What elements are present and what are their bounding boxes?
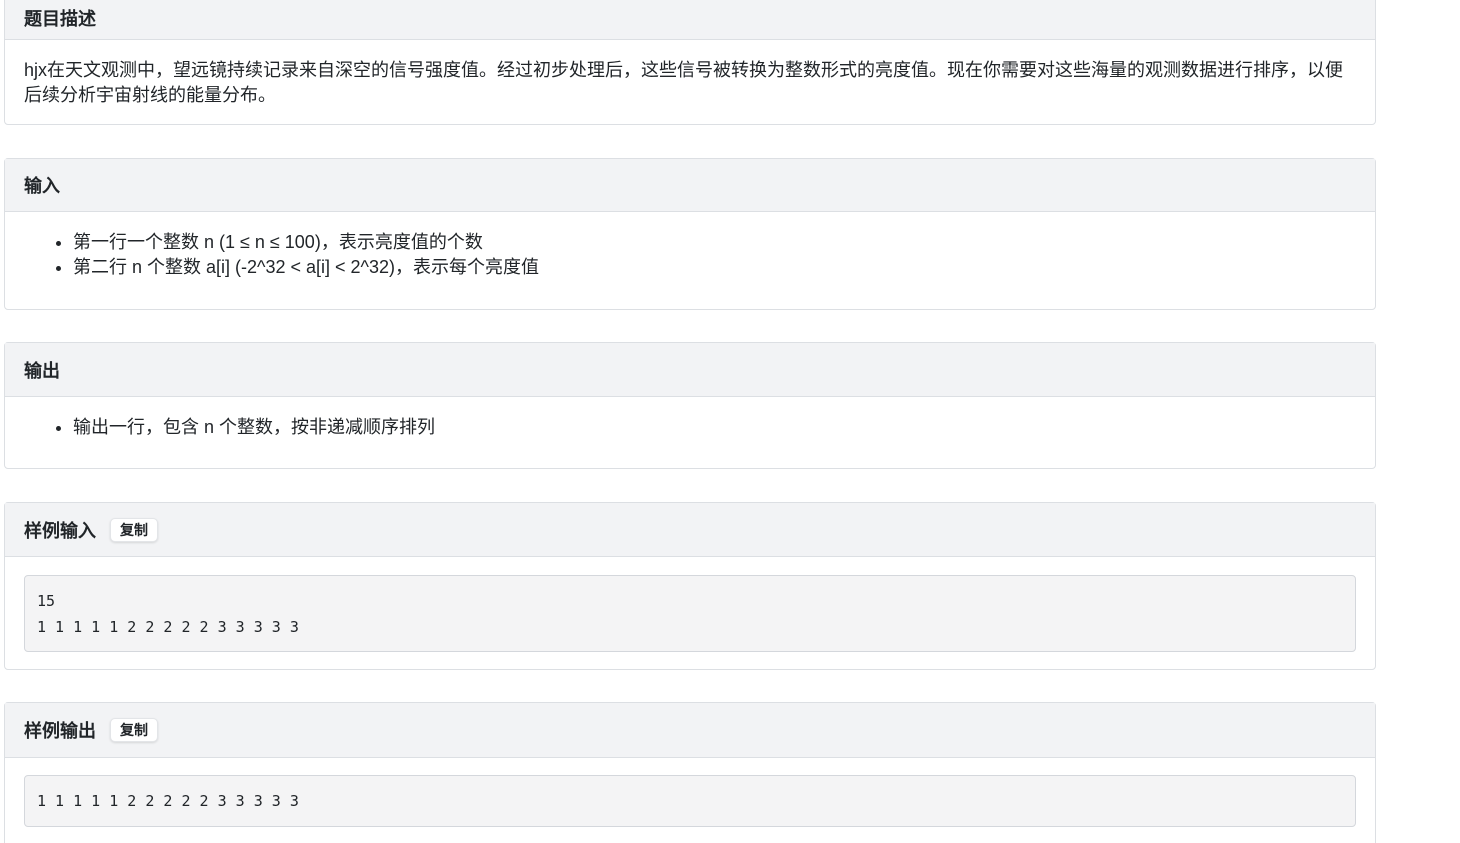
description-body: hjx在天文观测中，望远镜持续记录来自深空的信号强度值。经过初步处理后，这些信号… xyxy=(5,40,1375,108)
list-item: 第二行 n 个整数 a[i] (-2^32 < a[i] < 2^32)，表示每… xyxy=(73,255,1356,280)
sample-output-body: 1 1 1 1 1 2 2 2 2 2 3 3 3 3 3 xyxy=(5,758,1375,827)
copy-sample-input-button[interactable]: 复制 xyxy=(110,517,158,542)
sample-input-header: 样例输入 复制 xyxy=(5,503,1375,557)
sample-output-header: 样例输出 复制 xyxy=(5,703,1375,758)
input-header: 输入 xyxy=(5,159,1375,212)
description-card: 题目描述 hjx在天文观测中，望远镜持续记录来自深空的信号强度值。经过初步处理后… xyxy=(4,0,1376,125)
sample-input-title: 样例输入 xyxy=(24,520,96,541)
input-body: 第一行一个整数 n (1 ≤ n ≤ 100)，表示亮度值的个数 第二行 n 个… xyxy=(5,212,1375,280)
description-header: 题目描述 xyxy=(5,0,1375,40)
output-card: 输出 输出一行，包含 n 个整数，按非递减顺序排列 xyxy=(4,342,1376,469)
input-spec-list: 第一行一个整数 n (1 ≤ n ≤ 100)，表示亮度值的个数 第二行 n 个… xyxy=(24,230,1356,280)
list-item: 第一行一个整数 n (1 ≤ n ≤ 100)，表示亮度值的个数 xyxy=(73,230,1356,255)
sample-input-code[interactable]: 15 1 1 1 1 1 2 2 2 2 2 3 3 3 3 3 xyxy=(24,575,1356,652)
sample-input-body: 15 1 1 1 1 1 2 2 2 2 2 3 3 3 3 3 xyxy=(5,557,1375,652)
sample-output-card: 样例输出 复制 1 1 1 1 1 2 2 2 2 2 3 3 3 3 3 xyxy=(4,702,1376,843)
list-item: 输出一行，包含 n 个整数，按非递减顺序排列 xyxy=(73,415,1356,440)
sample-output-code[interactable]: 1 1 1 1 1 2 2 2 2 2 3 3 3 3 3 xyxy=(24,775,1356,827)
input-title: 输入 xyxy=(24,176,60,196)
output-title: 输出 xyxy=(24,360,60,381)
sample-output-title: 样例输出 xyxy=(24,721,96,741)
sample-input-card: 样例输入 复制 15 1 1 1 1 1 2 2 2 2 2 3 3 3 3 3 xyxy=(4,502,1376,670)
input-card: 输入 第一行一个整数 n (1 ≤ n ≤ 100)，表示亮度值的个数 第二行 … xyxy=(4,158,1376,310)
description-text: hjx在天文观测中，望远镜持续记录来自深空的信号强度值。经过初步处理后，这些信号… xyxy=(24,60,1344,105)
output-header: 输出 xyxy=(5,343,1375,397)
description-title: 题目描述 xyxy=(24,9,96,29)
output-spec-list: 输出一行，包含 n 个整数，按非递减顺序排列 xyxy=(24,415,1356,440)
copy-sample-output-button[interactable]: 复制 xyxy=(110,718,158,742)
problem-page: 题目描述 hjx在天文观测中，望远镜持续记录来自深空的信号强度值。经过初步处理后… xyxy=(0,0,1460,843)
output-body: 输出一行，包含 n 个整数，按非递减顺序排列 xyxy=(5,397,1375,440)
